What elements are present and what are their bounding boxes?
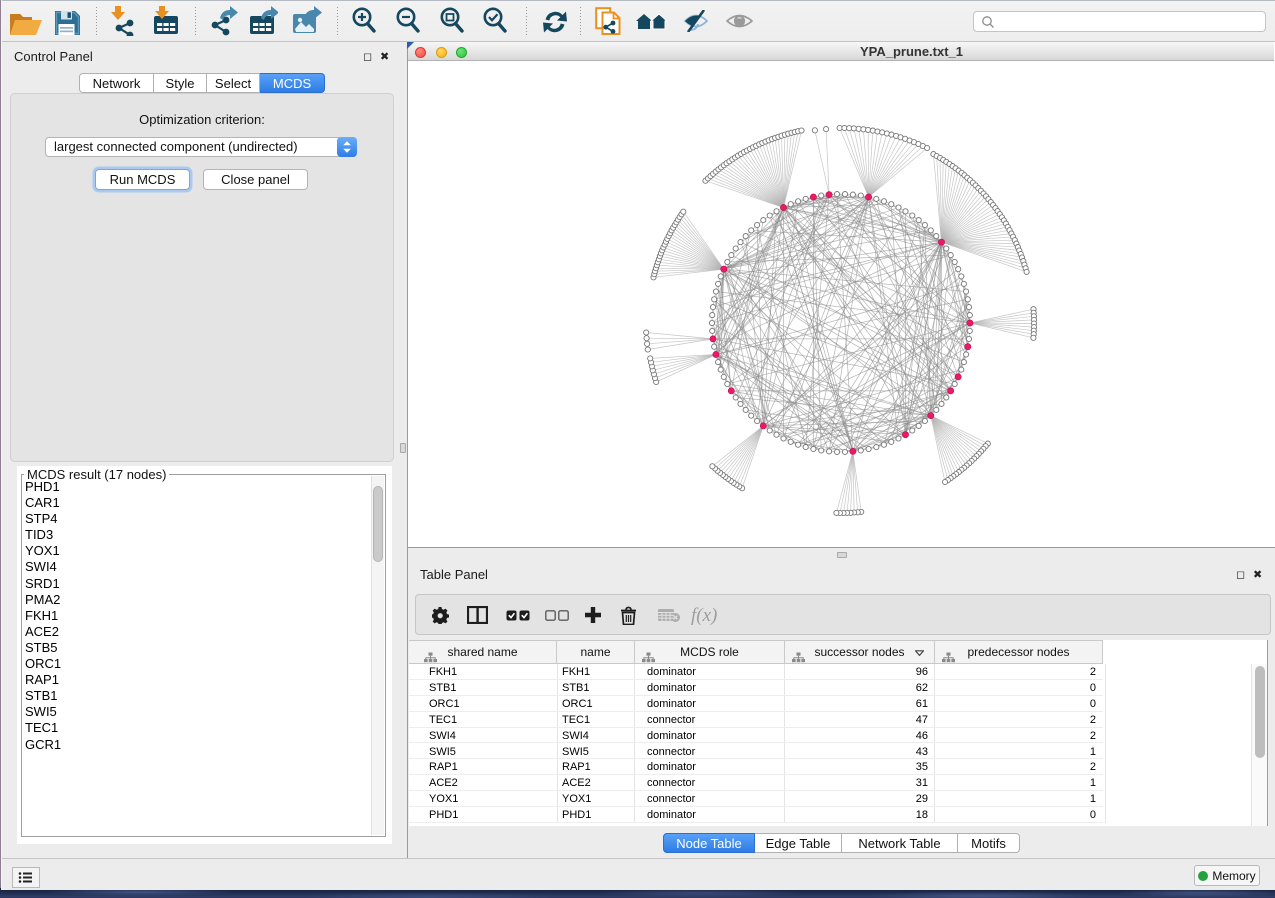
svg-text:f(x): f(x) [691,605,717,626]
